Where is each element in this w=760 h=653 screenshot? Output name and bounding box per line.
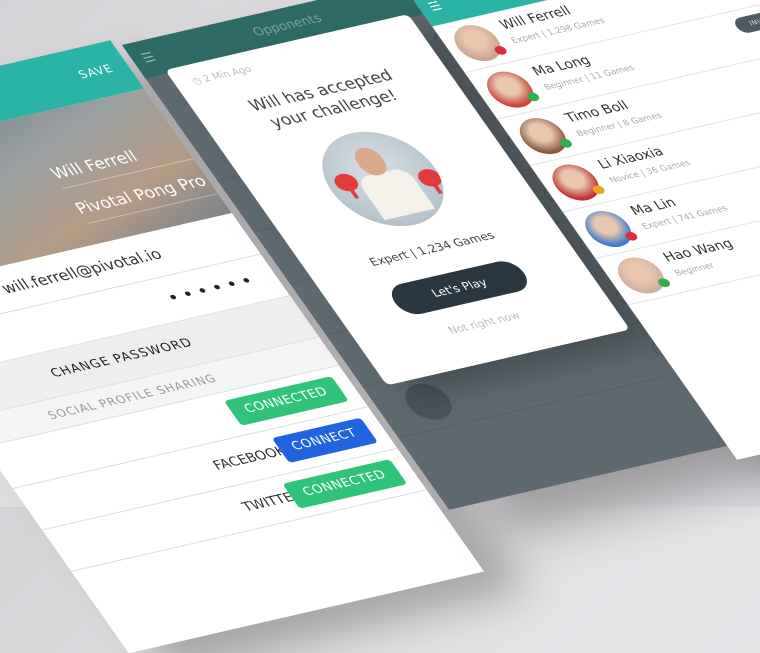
avatar [576,207,641,251]
facebook-label: FACEBOOK [210,443,290,474]
paddle-icon [330,171,363,194]
opponent-level: Beginner [673,261,717,279]
avatar [478,67,543,112]
avatar [609,253,673,298]
avatar [445,21,510,66]
lets-play-button[interactable]: Let's Play [384,257,535,318]
time-text: 2 Min Ago [201,64,255,85]
avatar [543,160,608,205]
opponent-name: Hao Wang [660,236,737,266]
avatar [511,114,575,159]
avatar [299,121,467,237]
menu-icon[interactable]: ☰ [131,40,166,76]
timestamp: ◷ 2 Min Ago [190,64,254,86]
save-button[interactable]: SAVE [75,62,116,81]
opponent-name: Ma Lin [627,195,680,219]
invite-button[interactable]: INVITED [731,6,760,35]
